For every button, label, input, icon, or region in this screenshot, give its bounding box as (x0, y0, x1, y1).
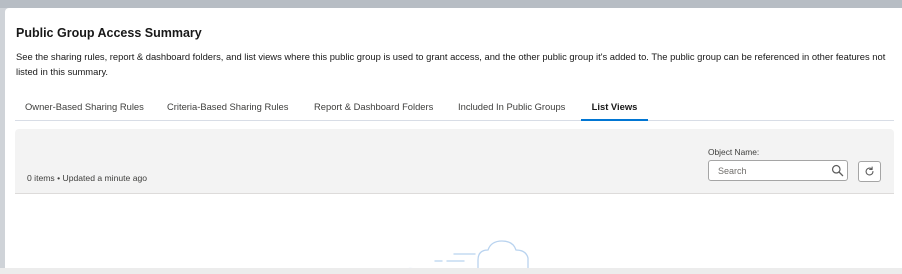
tab-label: Included In Public Groups (458, 101, 566, 112)
tab-label: Report & Dashboard Folders (314, 101, 434, 112)
tab-included-in-public-groups[interactable]: Included In Public Groups (458, 99, 565, 119)
tab-bar: Owner-Based Sharing Rules Criteria-Based… (15, 99, 894, 121)
tab-owner-based-sharing-rules[interactable]: Owner-Based Sharing Rules (25, 99, 144, 119)
list-view-header: 0 items • Updated a minute ago Object Na… (15, 129, 894, 194)
background-status-bar (0, 268, 902, 274)
tab-label: List Views (591, 101, 638, 112)
tab-criteria-based-sharing-rules[interactable]: Criteria-Based Sharing Rules (167, 99, 288, 119)
tab-label: Owner-Based Sharing Rules (25, 101, 144, 112)
object-name-label: Object Name: (708, 147, 760, 157)
search-icon[interactable] (831, 164, 844, 177)
tab-label: Criteria-Based Sharing Rules (167, 101, 289, 112)
object-search-field (708, 160, 848, 181)
summary-description: See the sharing rules, report & dashboar… (16, 51, 886, 77)
object-search-input[interactable] (709, 161, 836, 180)
refresh-button[interactable] (858, 161, 881, 182)
refresh-icon (865, 166, 874, 176)
background-app-strip (0, 0, 902, 8)
access-summary-panel: Public Group Access Summary See the shar… (5, 8, 902, 274)
page-title: Public Group Access Summary (16, 26, 202, 40)
list-status-text: 0 items • Updated a minute ago (27, 173, 148, 183)
empty-list-area (15, 194, 894, 274)
tab-list-views[interactable]: List Views (581, 99, 648, 121)
tab-report-dashboard-folders[interactable]: Report & Dashboard Folders (314, 99, 433, 119)
